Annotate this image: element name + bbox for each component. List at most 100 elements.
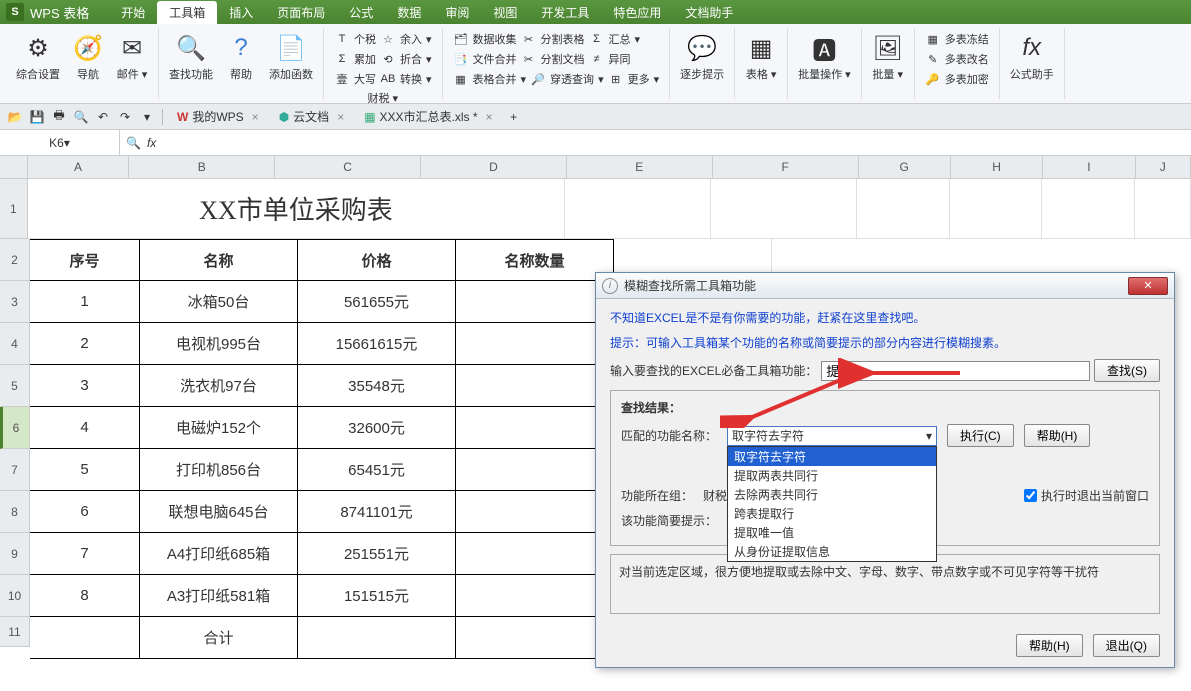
table-cell[interactable]: 电视机995台 [140, 323, 298, 365]
name-box[interactable]: K6 ▾ [0, 130, 120, 155]
col-H[interactable]: H [951, 156, 1043, 178]
tab-add-icon[interactable]: + [505, 108, 523, 126]
table-cell[interactable] [456, 575, 614, 617]
btn-freeze[interactable]: ▦多表冻结 [921, 30, 993, 48]
table-cell[interactable] [456, 491, 614, 533]
help-button[interactable]: 帮助(H) [1024, 424, 1091, 447]
table-cell[interactable]: 打印机856台 [140, 449, 298, 491]
table-cell[interactable]: 3 [30, 365, 140, 407]
col-G[interactable]: G [859, 156, 951, 178]
qat-undo-icon[interactable]: ↶ [94, 108, 112, 126]
total-label[interactable]: 合计 [140, 617, 298, 659]
menu-data[interactable]: 数据 [385, 1, 433, 24]
btn-fxhelper[interactable]: fx公式助手 [1006, 30, 1058, 84]
table-cell[interactable]: 冰箱50台 [140, 281, 298, 323]
menu-formula[interactable]: 公式 [337, 1, 385, 24]
close-icon[interactable]: × [252, 110, 259, 124]
menu-special[interactable]: 特色应用 [601, 1, 673, 24]
combo-item[interactable]: 取字符去字符 [728, 447, 936, 466]
btn-tax[interactable]: T个税 ☆余入 ▾ [330, 30, 436, 48]
col-D[interactable]: D [421, 156, 567, 178]
tab-file[interactable]: ▦XXX市汇总表.xls *× [356, 106, 500, 127]
table-cell[interactable]: 15661615元 [298, 323, 456, 365]
exit-checkbox[interactable]: 执行时退出当前窗口 [1024, 487, 1149, 504]
menu-review[interactable]: 审阅 [433, 1, 481, 24]
table-cell[interactable] [456, 281, 614, 323]
sheet-title[interactable]: XX市单位采购表 [28, 179, 566, 239]
table-cell[interactable]: 2 [30, 323, 140, 365]
qat-open-icon[interactable]: 📂 [6, 108, 24, 126]
btn-finance[interactable]: 财税 ▾ [363, 88, 402, 108]
table-cell[interactable]: 1 [30, 281, 140, 323]
btn-collect[interactable]: 🗂数据收集 ✂分割表格 Σ汇总 ▾ [449, 30, 664, 48]
close-icon[interactable]: × [337, 110, 344, 124]
menu-dochelper[interactable]: 文档助手 [673, 1, 745, 24]
table-cell[interactable]: A3打印纸581箱 [140, 575, 298, 617]
col-I[interactable]: I [1043, 156, 1135, 178]
qat-preview-icon[interactable]: 🔍 [72, 108, 90, 126]
search-input[interactable] [821, 361, 1090, 381]
search-button[interactable]: 查找(S) [1094, 359, 1160, 382]
table-cell[interactable]: 251551元 [298, 533, 456, 575]
table-cell[interactable]: 洗衣机97台 [140, 365, 298, 407]
table-cell[interactable]: 8741101元 [298, 491, 456, 533]
table-header[interactable]: 名称数量 [456, 239, 614, 281]
btn-tblmerge[interactable]: ▦表格合并 ▾ 🔎穿透查询 ▾ ⊞更多 ▾ [449, 70, 664, 88]
btn-mail[interactable]: ✉邮件 ▾ [112, 30, 152, 84]
exit-button[interactable]: 退出(Q) [1093, 634, 1160, 657]
dialog-close-button[interactable]: ✕ [1128, 277, 1168, 295]
table-cell[interactable]: A4打印纸685箱 [140, 533, 298, 575]
table-cell[interactable] [456, 407, 614, 449]
menu-start[interactable]: 开始 [109, 1, 157, 24]
execute-button[interactable]: 执行(C) [947, 424, 1014, 447]
table-cell[interactable]: 32600元 [298, 407, 456, 449]
tab-cloud[interactable]: ⬢云文档× [271, 106, 353, 127]
col-B[interactable]: B [129, 156, 275, 178]
table-cell[interactable]: 7 [30, 533, 140, 575]
table-cell[interactable] [456, 365, 614, 407]
function-combo[interactable]: 取字符去字符▾ 取字符去字符 提取两表共同行 去除两表共同行 跨表提取行 提取唯… [727, 426, 937, 446]
btn-sum[interactable]: Σ累加 ⟲折合 ▾ [330, 50, 436, 68]
qat-save-icon[interactable]: 💾 [28, 108, 46, 126]
btn-batch[interactable]: 🅰批量操作 ▾ [794, 30, 855, 84]
btn-help[interactable]: ?帮助 [221, 30, 261, 84]
table-cell[interactable]: 4 [30, 407, 140, 449]
select-all-corner[interactable] [0, 156, 28, 178]
table-cell[interactable]: 8 [30, 575, 140, 617]
col-C[interactable]: C [275, 156, 421, 178]
search-icon[interactable]: 🔍 [126, 136, 141, 150]
btn-find[interactable]: 🔍查找功能 [165, 30, 217, 84]
btn-table[interactable]: ▦表格 ▾ [741, 30, 781, 84]
table-header[interactable]: 序号 [30, 239, 140, 281]
btn-encrypt[interactable]: 🔑多表加密 [921, 70, 993, 88]
table-cell[interactable]: 561655元 [298, 281, 456, 323]
combo-item[interactable]: 去除两表共同行 [728, 485, 936, 504]
qat-more-icon[interactable]: ▾ [138, 108, 156, 126]
menu-toolbox[interactable]: 工具箱 [157, 1, 217, 24]
help-button-2[interactable]: 帮助(H) [1016, 634, 1083, 657]
combo-item[interactable]: 提取两表共同行 [728, 466, 936, 485]
fx-icon[interactable]: fx [147, 136, 156, 150]
close-icon[interactable]: × [486, 110, 493, 124]
qat-redo-icon[interactable]: ↷ [116, 108, 134, 126]
menu-layout[interactable]: 页面布局 [265, 1, 337, 24]
table-cell[interactable] [456, 449, 614, 491]
btn-batch2[interactable]: 🖼批量 ▾ [868, 30, 908, 84]
combo-item[interactable]: 提取唯一值 [728, 523, 936, 542]
table-cell[interactable]: 65451元 [298, 449, 456, 491]
table-header[interactable]: 名称 [140, 239, 298, 281]
btn-rename[interactable]: ✎多表改名 [921, 50, 993, 68]
col-F[interactable]: F [713, 156, 859, 178]
menu-insert[interactable]: 插入 [217, 1, 265, 24]
table-cell[interactable]: 6 [30, 491, 140, 533]
qat-print-icon[interactable]: 🖶 [50, 108, 68, 126]
btn-step[interactable]: 💬逐步提示 [676, 30, 728, 84]
table-cell[interactable]: 151515元 [298, 575, 456, 617]
btn-addfn[interactable]: 📄添加函数 [265, 30, 317, 84]
table-cell[interactable] [456, 323, 614, 365]
table-cell[interactable]: 35548元 [298, 365, 456, 407]
combo-item[interactable]: 从身份证提取信息 [728, 542, 936, 561]
btn-nav[interactable]: 🧭导航 [68, 30, 108, 84]
tab-mywps[interactable]: W我的WPS× [169, 106, 267, 127]
table-cell[interactable] [456, 533, 614, 575]
